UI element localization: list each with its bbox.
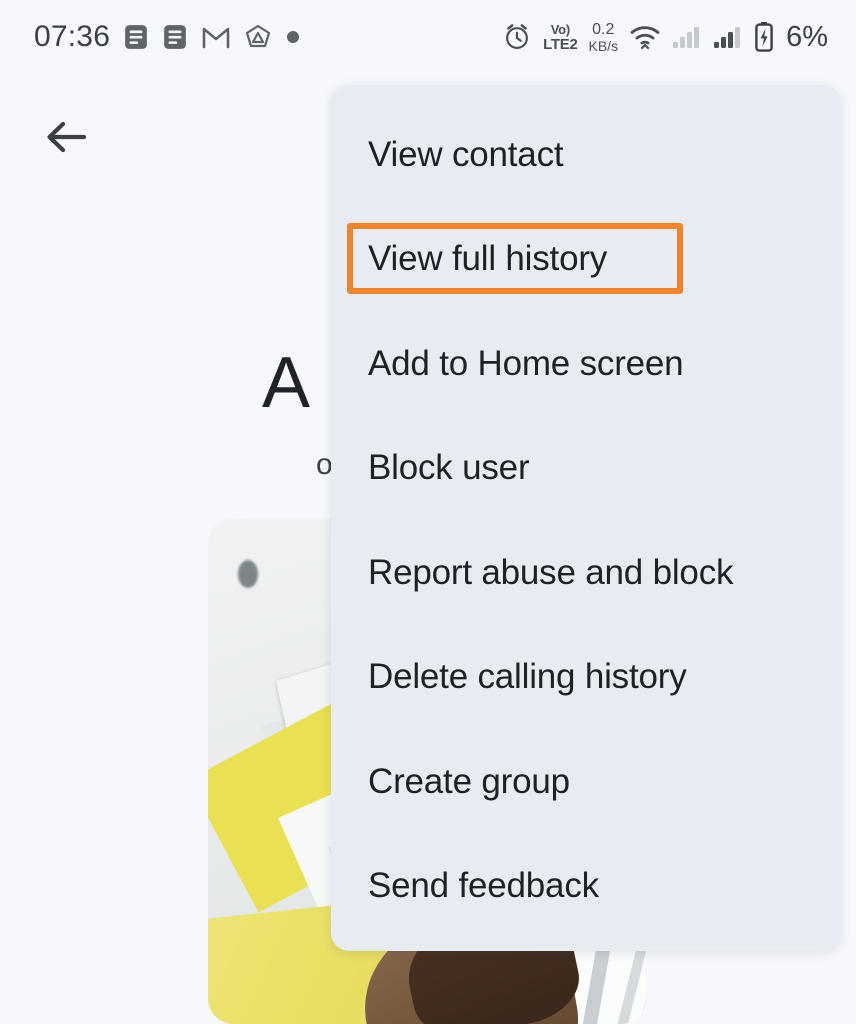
menu-item-report-abuse-and-block[interactable]: Report abuse and block	[331, 542, 841, 604]
signal-icon-sim2	[714, 27, 741, 48]
arrow-left-icon	[47, 121, 87, 153]
volte-icon: Vo) LTE2	[543, 21, 578, 53]
status-bar: 07:36 Vo) LTE2 0.2 KB/s 6%	[0, 0, 856, 74]
contact-name: A	[262, 343, 311, 423]
photo-layer-spot	[238, 560, 258, 588]
overflow-menu: View contact View full history Add to Ho…	[331, 85, 841, 951]
menu-item-send-feedback[interactable]: Send feedback	[331, 855, 841, 917]
menu-item-create-group[interactable]: Create group	[331, 751, 841, 813]
status-bar-left: 07:36	[34, 20, 301, 54]
menu-item-block-user[interactable]: Block user	[331, 437, 841, 499]
signal-icon-sim1	[673, 27, 700, 48]
wifi-icon	[630, 26, 660, 50]
menu-item-delete-calling-history[interactable]: Delete calling history	[331, 646, 841, 708]
alarm-icon	[506, 24, 529, 49]
dot-icon	[287, 31, 300, 43]
phone-screen: 07:36 Vo) LTE2 0.2 KB/s 6% A o View cont…	[0, 0, 856, 1024]
gmail-icon	[202, 27, 230, 49]
status-bar-clock: 07:36	[34, 20, 111, 53]
data-rate-icon: 0.2 KB/s	[588, 20, 619, 54]
document-icon	[125, 25, 147, 49]
menu-item-add-to-home-screen[interactable]: Add to Home screen	[331, 333, 841, 395]
battery-percent-label: 6%	[786, 20, 828, 53]
battery-charging-icon	[755, 22, 773, 52]
drive-icon	[245, 24, 271, 48]
document-icon	[164, 25, 186, 49]
menu-item-view-contact[interactable]: View contact	[331, 124, 841, 186]
menu-item-view-full-history[interactable]: View full history	[331, 228, 841, 290]
back-button[interactable]	[36, 108, 96, 166]
status-bar-right: Vo) LTE2 0.2 KB/s 6%	[502, 21, 828, 54]
